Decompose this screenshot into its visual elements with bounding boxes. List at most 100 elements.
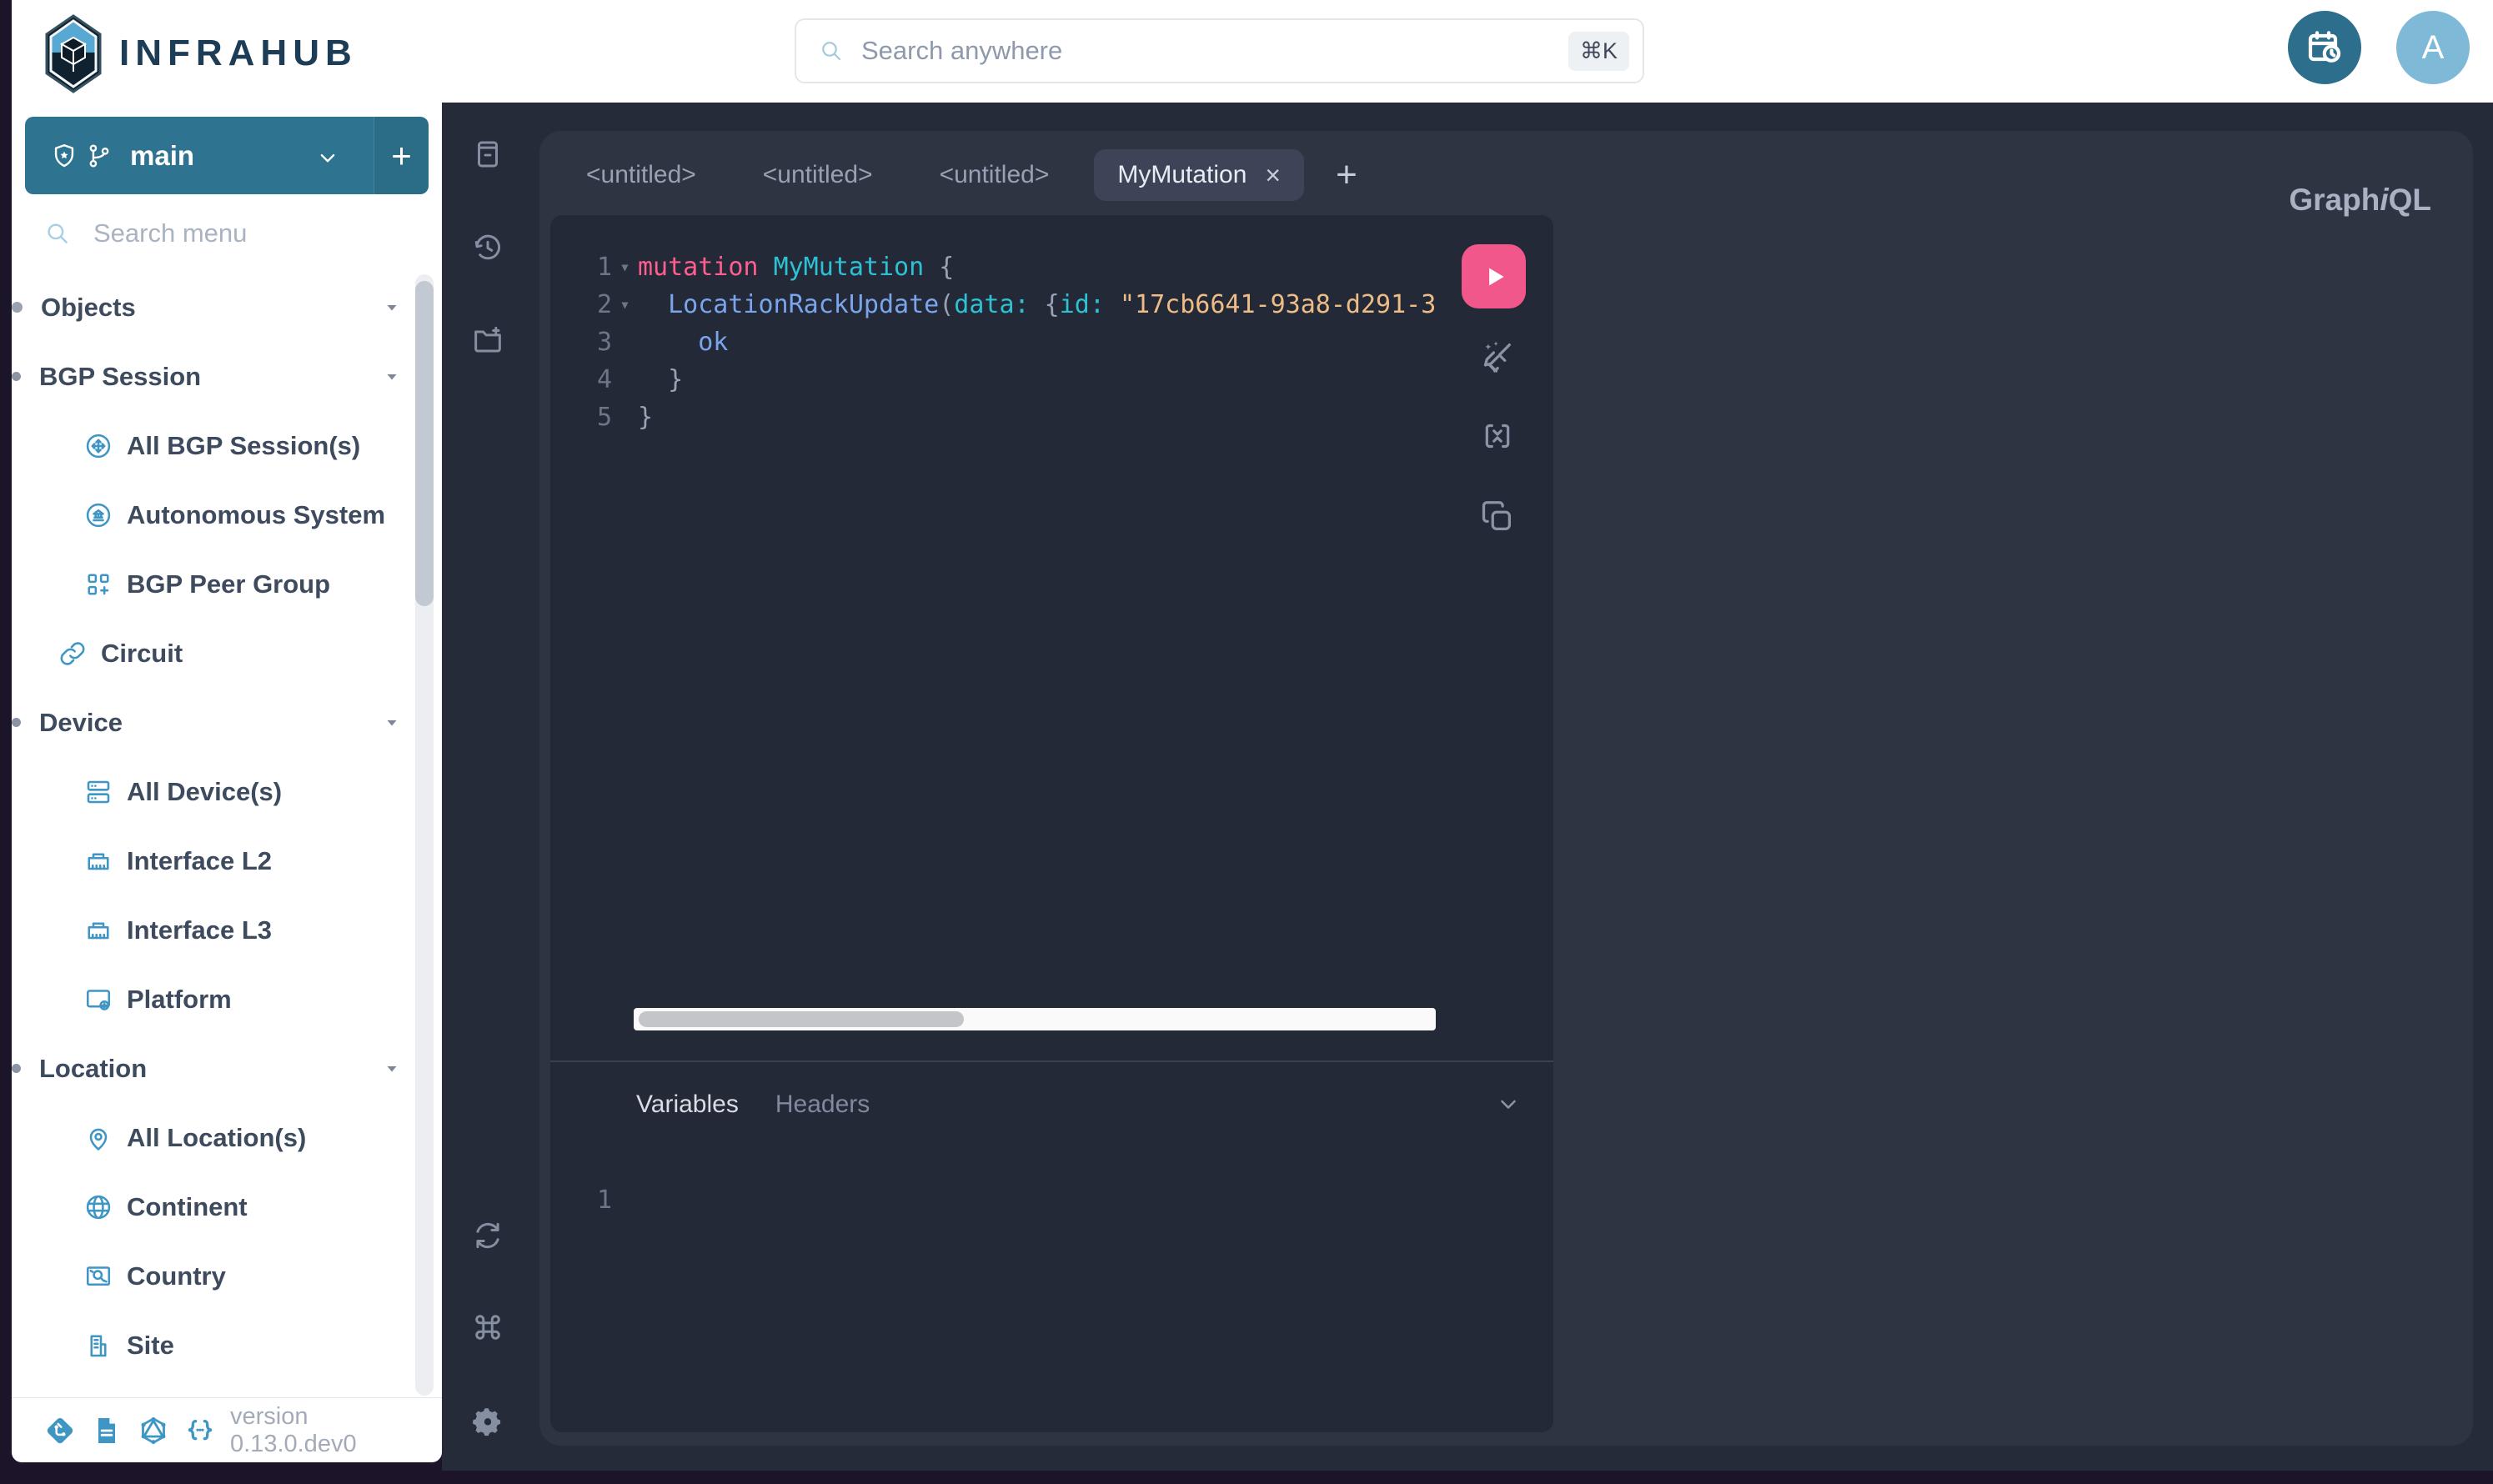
docs-icon (470, 137, 505, 172)
code-line: 1▾mutation MyMutation { (550, 248, 1451, 286)
device-icon (83, 777, 113, 807)
document-icon[interactable] (90, 1414, 123, 1447)
avatar[interactable]: A (2396, 11, 2470, 84)
command-icon (470, 1310, 505, 1345)
sidebar-item-country[interactable]: Country (12, 1241, 442, 1311)
line-number: 3 (550, 323, 612, 361)
search-icon (818, 38, 845, 64)
sidebar-item-circuit[interactable]: Circuit (12, 619, 442, 688)
sidebar-item-interface-l2[interactable]: Interface L2 (12, 826, 442, 895)
sidebar-item-bgp-peer-group[interactable]: BGP Peer Group (12, 549, 442, 619)
sidebar-footer: version 0.13.0.dev0 (12, 1397, 442, 1462)
sidebar-item-label: Site (127, 1331, 174, 1361)
sidebar-menu: ObjectsBGP SessionAll BGP Session(s) Auto… (12, 273, 442, 1397)
sidebar-item-label: Interface L3 (127, 915, 272, 945)
tab-untitled[interactable]: <untitled> (730, 149, 906, 201)
location-pin-icon (83, 1123, 113, 1153)
graphql-icon[interactable] (137, 1414, 170, 1447)
global-search-input[interactable]: Search anywhere ⌘K (795, 18, 1644, 83)
git-icon[interactable] (43, 1414, 77, 1447)
sidebar-item-label: Circuit (101, 639, 183, 669)
copy-icon (1478, 498, 1517, 536)
tab-variables[interactable]: Variables (636, 1090, 739, 1119)
line-number: 2 (550, 286, 612, 323)
sidebar-item-platform[interactable]: Platform (12, 965, 442, 1034)
sidebar-item-label: All Device(s) (127, 777, 282, 807)
fold-gutter (612, 323, 638, 361)
history-button[interactable] (464, 224, 511, 271)
menu-search-input[interactable]: Search menu (12, 194, 442, 273)
tab-untitled[interactable]: <untitled> (553, 149, 730, 201)
global-search-placeholder: Search anywhere (861, 36, 1552, 66)
sidebar-item-label: BGP Peer Group (127, 569, 330, 599)
merge-icon (1478, 417, 1517, 455)
refetch-schema-button[interactable] (464, 1212, 511, 1259)
sidebar: INFRAHUB main + Search menu ObjectsBGP S… (12, 0, 442, 1462)
prettify-button[interactable] (1474, 333, 1521, 380)
tab-headers[interactable]: Headers (775, 1090, 870, 1119)
menu-scrollbar-thumb[interactable] (415, 281, 434, 606)
sidebar-item-objects[interactable]: Objects (12, 273, 442, 342)
calendar-button[interactable] (2288, 11, 2361, 84)
bullet-icon (12, 718, 21, 727)
graphiql-logo: GraphiQL (2289, 183, 2431, 218)
execute-button[interactable] (1462, 244, 1526, 308)
sidebar-item-device[interactable]: Device (12, 688, 442, 757)
tab-label: MyMutation (1117, 161, 1246, 189)
sidebar-item-label: Location (39, 1054, 147, 1084)
sidebar-item-continent[interactable]: Continent (12, 1172, 442, 1241)
menu-scrollbar[interactable] (415, 274, 434, 1396)
sidebar-item-bgp-session[interactable]: BGP Session (12, 342, 442, 411)
play-icon (1477, 260, 1511, 293)
settings-button[interactable] (464, 1398, 511, 1445)
collapse-variables-button[interactable] (1493, 1089, 1523, 1119)
bullet-icon (12, 302, 23, 313)
braces-icon[interactable] (183, 1414, 217, 1447)
tab-untitled[interactable]: <untitled> (906, 149, 1083, 201)
code-line: 2▾ LocationRackUpdate(data: {id: "17cb66… (550, 286, 1451, 323)
close-tab-icon[interactable]: × (1265, 162, 1281, 188)
app-title: INFRAHUB (119, 33, 358, 74)
fold-caret-icon[interactable]: ▾ (612, 286, 638, 323)
sidebar-item-all-device-s[interactable]: All Device(s) (12, 757, 442, 826)
code-line: 5} (550, 399, 1451, 436)
sidebar-item-all-location-s[interactable]: All Location(s) (12, 1103, 442, 1172)
branch-selector[interactable]: main + (25, 117, 429, 194)
copy-query-button[interactable] (1474, 494, 1521, 540)
folder-plus-icon (470, 323, 505, 358)
globe-icon (83, 1192, 113, 1222)
variables-line-number: 1 (550, 1186, 612, 1215)
menu-search-placeholder: Search menu (93, 218, 247, 248)
sidebar-item-label: Platform (127, 985, 232, 1015)
sidebar-item-all-bgp-session-s[interactable]: All BGP Session(s) (12, 411, 442, 480)
collections-button[interactable] (464, 317, 511, 363)
map-icon (83, 1261, 113, 1291)
editor-horizontal-scrollbar[interactable] (634, 1008, 1436, 1030)
docs-button[interactable] (464, 131, 511, 178)
add-tab-button[interactable]: + (1336, 157, 1357, 193)
query-editor[interactable]: 1▾mutation MyMutation {2▾ LocationRackUp… (550, 215, 1553, 1060)
sidebar-item-location[interactable]: Location (12, 1034, 442, 1103)
sidebar-item-autonomous-system[interactable]: Autonomous System (12, 480, 442, 549)
add-branch-button[interactable]: + (374, 117, 429, 194)
code-line: 4 } (550, 361, 1451, 399)
history-icon (470, 230, 505, 265)
editor-horizontal-scrollbar-thumb[interactable] (639, 1011, 964, 1027)
caret-down-icon (382, 298, 402, 318)
chevron-down-icon (1493, 1089, 1523, 1119)
line-number: 5 (550, 399, 612, 436)
caret-down-icon (382, 713, 402, 733)
calendar-clock-icon (2305, 28, 2345, 68)
infrahub-logo-icon (44, 14, 103, 93)
tab-mymutation[interactable]: MyMutation × (1094, 149, 1304, 201)
fold-caret-icon[interactable]: ▾ (612, 248, 638, 286)
tab-label: <untitled> (586, 161, 696, 189)
merge-fragments-button[interactable] (1474, 413, 1521, 459)
shortcuts-button[interactable] (464, 1304, 511, 1351)
sidebar-item-site[interactable]: Site (12, 1311, 442, 1380)
bullet-icon (12, 372, 21, 381)
branch-name: main (130, 140, 194, 172)
sidebar-item-label: Autonomous System (127, 500, 385, 530)
refresh-icon (470, 1218, 505, 1253)
sidebar-item-interface-l3[interactable]: Interface L3 (12, 895, 442, 965)
